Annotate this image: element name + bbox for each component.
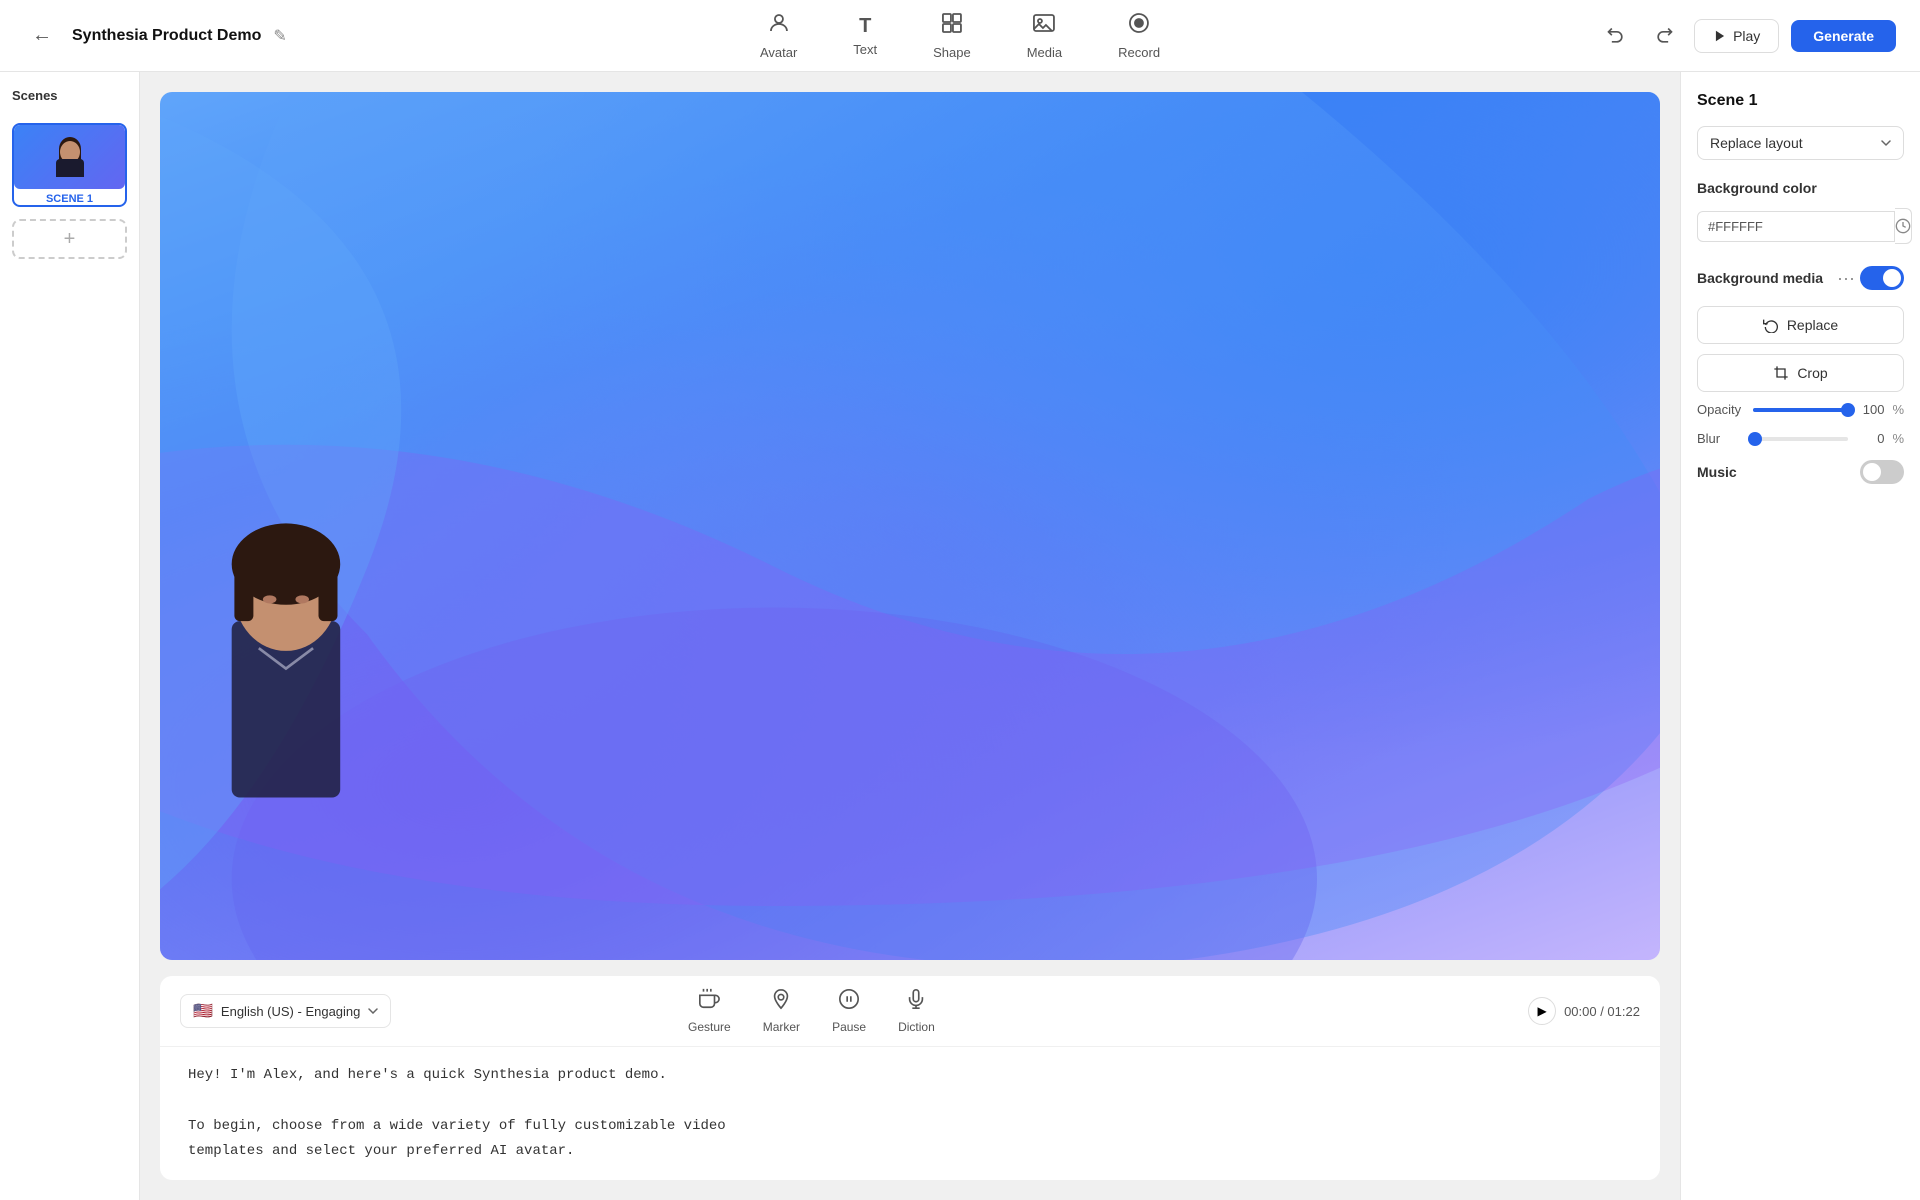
blur-slider-track[interactable] xyxy=(1753,437,1848,441)
chevron-down-icon xyxy=(368,1008,378,1014)
replace-icon xyxy=(1763,317,1779,333)
canvas-wave-svg xyxy=(160,92,1660,960)
nav-label-media: Media xyxy=(1027,45,1062,60)
opacity-slider-fill xyxy=(1753,408,1848,412)
bg-media-dots-button[interactable]: ··· xyxy=(1832,264,1860,292)
topbar-left: ← Synthesia Product Demo ✎ xyxy=(24,18,287,54)
nav-item-avatar[interactable]: Avatar xyxy=(752,7,805,64)
script-line-3: templates and select your preferred AI a… xyxy=(188,1139,1632,1164)
gesture-label: Gesture xyxy=(688,1020,731,1034)
background-color-label: Background color xyxy=(1697,180,1904,196)
scene-1-label: SCENE 1 xyxy=(14,193,125,205)
crop-label: Crop xyxy=(1797,365,1827,381)
layout-select[interactable]: Replace layout xyxy=(1697,126,1904,160)
nav-label-avatar: Avatar xyxy=(760,45,797,60)
opacity-unit: % xyxy=(1892,402,1904,417)
blur-unit: % xyxy=(1892,431,1904,446)
script-content[interactable]: Hey! I'm Alex, and here's a quick Synthe… xyxy=(160,1047,1660,1180)
nav-item-text[interactable]: T Text xyxy=(845,11,885,61)
bg-media-toggle[interactable] xyxy=(1860,266,1904,290)
music-toggle[interactable] xyxy=(1860,460,1904,484)
canvas-area: 🇺🇸 English (US) - Engaging Gesture xyxy=(140,72,1680,1200)
bg-media-row: Background media ··· xyxy=(1697,264,1904,292)
nav-item-record[interactable]: Record xyxy=(1110,7,1168,64)
bg-media-toggle-slider xyxy=(1860,266,1904,290)
blur-slider-thumb[interactable] xyxy=(1748,432,1762,446)
crop-button[interactable]: Crop xyxy=(1697,354,1904,392)
text-icon: T xyxy=(859,15,871,38)
topbar: ← Synthesia Product Demo ✎ Avatar T Text xyxy=(0,0,1920,72)
scene-heading: Scene 1 xyxy=(1697,92,1904,110)
marker-tool[interactable]: Marker xyxy=(763,988,800,1034)
timer-text: 00:00 / 01:22 xyxy=(1564,1004,1640,1019)
opacity-slider-thumb[interactable] xyxy=(1841,403,1855,417)
diction-tool[interactable]: Diction xyxy=(898,988,935,1034)
timer-display: ▶ 00:00 / 01:22 xyxy=(1528,997,1640,1025)
avatar-icon xyxy=(767,11,791,41)
language-select[interactable]: 🇺🇸 English (US) - Engaging xyxy=(180,994,391,1028)
script-toolbar: 🇺🇸 English (US) - Engaging Gesture xyxy=(160,976,1660,1047)
gesture-icon xyxy=(698,988,720,1016)
generate-button[interactable]: Generate xyxy=(1791,20,1896,52)
replace-label: Replace xyxy=(1787,317,1838,333)
undo-button[interactable] xyxy=(1598,18,1634,54)
bg-media-label: Background media xyxy=(1697,270,1832,286)
pause-label: Pause xyxy=(832,1020,866,1034)
color-input[interactable] xyxy=(1697,211,1895,242)
gesture-tool[interactable]: Gesture xyxy=(688,988,731,1034)
play-label: Play xyxy=(1733,28,1760,44)
crop-icon xyxy=(1773,365,1789,381)
record-icon xyxy=(1127,11,1151,41)
script-line-2: To begin, choose from a wide variety of … xyxy=(188,1114,1632,1139)
replace-button[interactable]: Replace xyxy=(1697,306,1904,344)
scenes-title: Scenes xyxy=(12,88,127,103)
edit-icon[interactable]: ✎ xyxy=(273,26,286,46)
nav-label-text: Text xyxy=(853,42,877,57)
opacity-value: 100 xyxy=(1856,402,1884,417)
nav-item-media[interactable]: Media xyxy=(1019,7,1070,64)
blur-label: Blur xyxy=(1697,431,1745,446)
opacity-label: Opacity xyxy=(1697,402,1745,417)
nav-item-shape[interactable]: Shape xyxy=(925,7,979,64)
main-content: Scenes SCENE 1 + xyxy=(0,72,1920,1200)
music-row: Music xyxy=(1697,460,1904,484)
diction-icon xyxy=(905,988,927,1016)
flag-icon: 🇺🇸 xyxy=(193,1001,213,1021)
script-panel: 🇺🇸 English (US) - Engaging Gesture xyxy=(160,976,1660,1180)
opacity-slider-row: Opacity 100 % xyxy=(1697,402,1904,417)
marker-icon xyxy=(770,988,792,1016)
marker-label: Marker xyxy=(763,1020,800,1034)
scene-1-thumb[interactable]: SCENE 1 xyxy=(12,123,127,207)
back-button[interactable]: ← xyxy=(24,18,60,54)
nav-label-shape: Shape xyxy=(933,45,971,60)
pause-tool[interactable]: Pause xyxy=(832,988,866,1034)
color-picker-button[interactable] xyxy=(1895,208,1912,244)
project-title: Synthesia Product Demo xyxy=(72,27,261,45)
timer-play-button[interactable]: ▶ xyxy=(1528,997,1556,1025)
redo-button[interactable] xyxy=(1646,18,1682,54)
shape-icon xyxy=(940,11,964,41)
blur-value: 0 xyxy=(1856,431,1884,446)
add-scene-button[interactable]: + xyxy=(12,219,127,259)
play-button[interactable]: Play xyxy=(1694,19,1779,53)
scene-1-preview xyxy=(14,125,125,189)
media-icon xyxy=(1032,11,1056,41)
music-toggle-slider xyxy=(1860,460,1904,484)
topbar-center: Avatar T Text Shape Media xyxy=(752,7,1168,64)
music-label: Music xyxy=(1697,464,1860,480)
script-tools: Gesture Marker Pause xyxy=(688,988,935,1034)
right-panel: Scene 1 Replace layout Background color … xyxy=(1680,72,1920,1200)
diction-label: Diction xyxy=(898,1020,935,1034)
opacity-slider-track[interactable] xyxy=(1753,408,1848,412)
blur-slider-row: Blur 0 % xyxy=(1697,431,1904,446)
nav-label-record: Record xyxy=(1118,45,1160,60)
pause-icon xyxy=(838,988,860,1016)
color-row xyxy=(1697,208,1904,244)
scenes-panel: Scenes SCENE 1 + xyxy=(0,72,140,1200)
topbar-right: Play Generate xyxy=(1598,18,1896,54)
script-line-1: Hey! I'm Alex, and here's a quick Synthe… xyxy=(188,1063,1632,1088)
canvas-wrapper[interactable] xyxy=(160,92,1660,960)
language-label: English (US) - Engaging xyxy=(221,1004,360,1019)
